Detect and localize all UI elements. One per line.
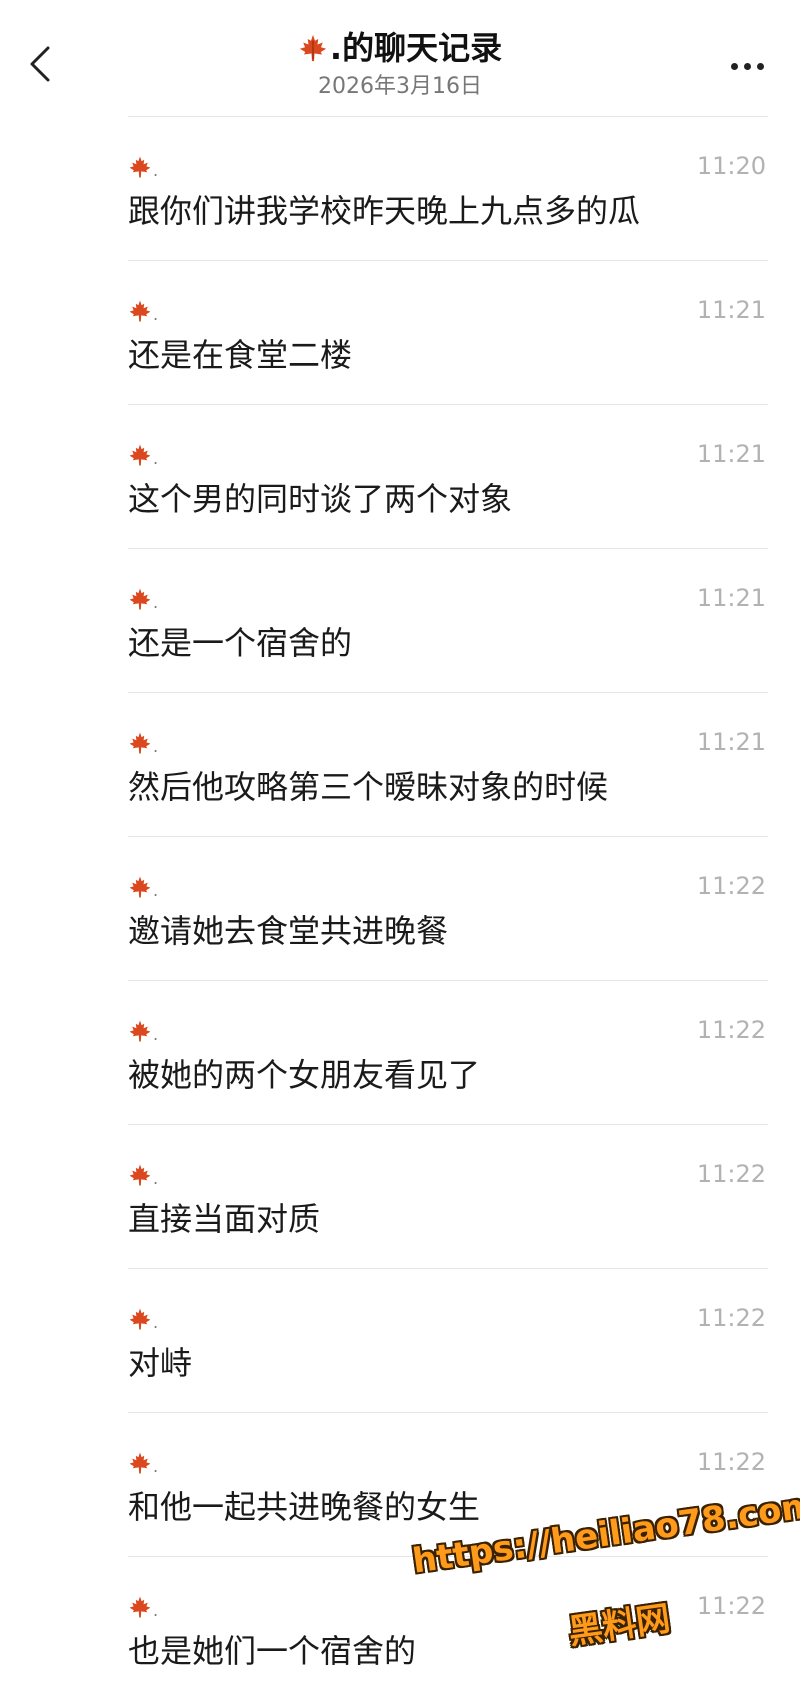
sender-name: . (153, 1457, 159, 1476)
sender-label: . (128, 1593, 158, 1619)
sender-name: . (153, 1169, 159, 1188)
record-date: 2026年3月16日 (318, 74, 482, 99)
sender-name: . (153, 449, 159, 468)
sender-name: . (153, 1601, 159, 1620)
more-dots-icon (756, 62, 764, 70)
maple-leaf-icon (129, 1452, 151, 1474)
maple-leaf-icon (129, 588, 151, 610)
message-text: 邀请她去食堂共进晚餐 (128, 912, 449, 950)
more-dots-icon (743, 62, 751, 70)
maple-leaf-icon (129, 876, 151, 898)
back-button[interactable] (18, 38, 62, 90)
message-text: 和他一起共进晚餐的女生 (128, 1488, 481, 1526)
list-item[interactable]: . 11:21 还是在食堂二楼 (128, 261, 768, 405)
page-title: .的聊天记录 (298, 26, 502, 70)
sender-label: . (128, 729, 158, 755)
maple-leaf-icon (129, 1020, 151, 1042)
message-time: 11:22 (696, 1016, 766, 1044)
sender-label: . (128, 1449, 158, 1475)
maple-leaf-icon (129, 1308, 151, 1330)
maple-leaf-icon (129, 300, 151, 322)
maple-leaf-icon (129, 444, 151, 466)
sender-name: . (153, 737, 159, 756)
message-time: 11:21 (696, 296, 766, 324)
message-time: 11:22 (696, 1592, 766, 1620)
message-time: 11:21 (696, 584, 766, 612)
sender-label: . (128, 1305, 158, 1331)
list-item[interactable]: . 11:22 邀请她去食堂共进晚餐 (128, 837, 768, 981)
sender-label: . (128, 1161, 158, 1187)
header-title-block: .的聊天记录 2026年3月16日 (180, 26, 620, 102)
chat-record-header: .的聊天记录 2026年3月16日 (0, 0, 800, 116)
list-item[interactable]: . 11:20 跟你们讲我学校昨天晚上九点多的瓜 (128, 117, 768, 261)
message-text: 跟你们讲我学校昨天晚上九点多的瓜 (128, 192, 641, 230)
sender-name: . (153, 1025, 159, 1044)
sender-label: . (128, 297, 158, 323)
sender-name: . (153, 593, 159, 612)
message-list[interactable]: . 11:20 跟你们讲我学校昨天晚上九点多的瓜 . 11:21 还是在食堂二楼… (128, 117, 768, 1701)
maple-leaf-icon (129, 1596, 151, 1618)
sender-name: . (153, 881, 159, 900)
sender-name: . (153, 161, 159, 180)
message-text: 对峙 (128, 1344, 193, 1382)
sender-label: . (128, 153, 158, 179)
maple-leaf-icon (299, 34, 327, 62)
maple-leaf-icon (129, 732, 151, 754)
list-item[interactable]: . 11:21 然后他攻略第三个暧昧对象的时候 (128, 693, 768, 837)
list-item[interactable]: . 11:22 被她的两个女朋友看见了 (128, 981, 768, 1125)
message-time: 11:20 (696, 152, 766, 180)
sender-label: . (128, 873, 158, 899)
message-text: 直接当面对质 (128, 1200, 321, 1238)
list-item[interactable]: . 11:22 直接当面对质 (128, 1125, 768, 1269)
message-time: 11:21 (696, 440, 766, 468)
list-item[interactable]: . 11:21 这个男的同时谈了两个对象 (128, 405, 768, 549)
list-item[interactable]: . 11:22 和他一起共进晚餐的女生 (128, 1413, 768, 1557)
message-text: 还是在食堂二楼 (128, 336, 353, 374)
message-time: 11:22 (696, 1448, 766, 1476)
list-item[interactable]: . 11:22 对峙 (128, 1269, 768, 1413)
message-time: 11:22 (696, 872, 766, 900)
message-text: 被她的两个女朋友看见了 (128, 1056, 481, 1094)
message-time: 11:22 (696, 1304, 766, 1332)
more-dots-icon (730, 62, 738, 70)
sender-label: . (128, 441, 158, 467)
sender-label: . (128, 1017, 158, 1043)
sender-name: . (153, 1313, 159, 1332)
chevron-left-icon (30, 46, 50, 82)
more-options-button[interactable] (722, 48, 772, 84)
sender-label: . (128, 585, 158, 611)
message-text: 也是她们一个宿舍的 (128, 1632, 417, 1670)
list-item[interactable]: . 11:22 也是她们一个宿舍的 (128, 1557, 768, 1701)
message-text: 还是一个宿舍的 (128, 624, 353, 662)
message-time: 11:22 (696, 1160, 766, 1188)
list-item[interactable]: . 11:21 还是一个宿舍的 (128, 549, 768, 693)
sender-name: . (153, 305, 159, 324)
maple-leaf-icon (129, 156, 151, 178)
maple-leaf-icon (129, 1164, 151, 1186)
page-title-text: .的聊天记录 (329, 29, 503, 67)
message-text: 然后他攻略第三个暧昧对象的时候 (128, 768, 609, 806)
message-time: 11:21 (696, 728, 766, 756)
message-text: 这个男的同时谈了两个对象 (128, 480, 513, 518)
